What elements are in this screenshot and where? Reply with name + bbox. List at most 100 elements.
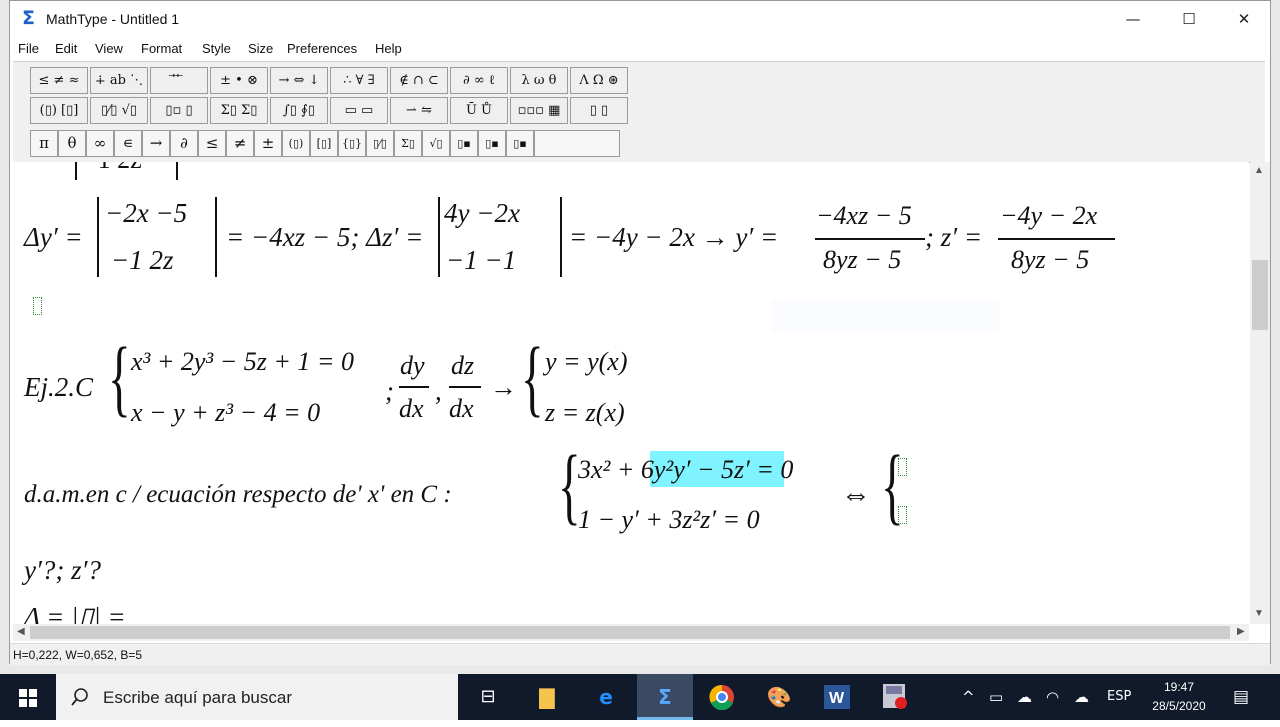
symbol-toolbar: ≤ ≠ ≈ ∔ ab ⋱ ⃗ ⃡ ⃖ ± • ⊗ → ⇔ ↓ ∴ ∀ ∃ ∉ ∩… — [13, 61, 1265, 163]
backup-cloud-icon[interactable]: ☁ — [1074, 674, 1089, 720]
palette-products[interactable]: Ū Ů — [450, 97, 508, 124]
empty-placeholder[interactable] — [898, 458, 907, 476]
palette-operators[interactable]: ± • ⊗ — [210, 67, 268, 94]
palette-logic[interactable]: ∴ ∀ ∃ — [330, 67, 388, 94]
search-icon — [71, 688, 88, 706]
template-parentheses[interactable]: (▯) — [282, 130, 310, 157]
symbol-theta[interactable]: θ — [58, 130, 86, 157]
previous-equation-fragment: −1 2z — [83, 162, 142, 175]
symbol-right-arrow[interactable]: → — [142, 130, 170, 157]
palette-greek-lower[interactable]: λ ω θ — [510, 67, 568, 94]
template-square-root[interactable]: √▯ — [422, 130, 450, 157]
palette-misc-symbols[interactable]: ∂ ∞ ℓ — [450, 67, 508, 94]
template-superscript[interactable]: ▯▪ — [450, 130, 478, 157]
symbol-infinity[interactable]: ∞ — [86, 130, 114, 157]
palette-labeled-arrows[interactable]: ⇀ ⇋ — [390, 97, 448, 124]
palette-sets[interactable]: ∉ ∩ ⊂ — [390, 67, 448, 94]
system-brace: { — [108, 329, 131, 425]
symbol-plus-minus[interactable]: ± — [254, 130, 282, 157]
empty-placeholder[interactable] — [898, 506, 907, 524]
derivation-text: d.a.m.en c / ecuación respecto de' x' en… — [24, 481, 452, 508]
scroll-right-icon[interactable]: ▶ — [1237, 626, 1245, 637]
edge-browser-icon[interactable]: e — [578, 674, 634, 720]
word-icon[interactable]: W — [809, 674, 865, 720]
input-language[interactable]: ESP — [1107, 674, 1131, 720]
menu-help[interactable]: Help — [375, 41, 402, 56]
fraction-bar — [399, 386, 429, 388]
start-button[interactable] — [0, 674, 56, 720]
symbol-not-equal[interactable]: ≠ — [226, 130, 254, 157]
status-text: H=0,222, W=0,652, B=5 — [13, 648, 143, 662]
menu-view[interactable]: View — [95, 41, 123, 56]
scroll-up-icon[interactable]: ▲ — [1254, 165, 1264, 176]
template-fraction[interactable]: ▯⁄▯ — [366, 130, 394, 157]
paint-icon[interactable]: 🎨 — [751, 674, 807, 720]
palette-fences[interactable]: (▯) [▯] — [30, 97, 88, 124]
menu-size[interactable]: Size — [248, 41, 273, 56]
palette-tabs[interactable]: ▯ ▯ — [570, 97, 628, 124]
delta-y-label: Δy′ = — [24, 222, 83, 252]
template-brackets[interactable]: [▯] — [310, 130, 338, 157]
symbol-partial[interactable]: ∂ — [170, 130, 198, 157]
derivative-dy-denominator: dx — [399, 394, 424, 423]
screen-recorder-icon[interactable] — [868, 674, 924, 720]
battery-icon[interactable]: ▭ — [989, 674, 1003, 720]
system2-row1-end: = 0 — [749, 455, 794, 484]
scrollbar-thumb[interactable] — [1252, 260, 1268, 330]
line1-middle-text: = −4xz − 5; Δz′ = — [226, 222, 424, 252]
task-view-icon[interactable]: ⊟ — [460, 674, 516, 720]
wifi-icon[interactable]: ◠ — [1046, 674, 1059, 720]
palette-spaces-ellipses[interactable]: ∔ ab ⋱ — [90, 67, 148, 94]
palette-integrals[interactable]: ∫▯ ∮▯ — [270, 97, 328, 124]
palette-fractions-radicals[interactable]: ▯⁄▯ √▯ — [90, 97, 148, 124]
template-summation[interactable]: Σ▯ — [394, 130, 422, 157]
palette-arrows[interactable]: → ⇔ ↓ — [270, 67, 328, 94]
symbol-element-of[interactable]: ∊ — [114, 130, 142, 157]
determinant-bar — [97, 197, 99, 277]
palette-embellishments[interactable]: ⃗ ⃡ ⃖ — [150, 67, 208, 94]
scroll-down-icon[interactable]: ▼ — [1254, 608, 1264, 619]
menu-style[interactable]: Style — [202, 41, 231, 56]
title-bar[interactable]: Σ MathType - Untitled 1 — ☐ ✕ — [10, 1, 1270, 37]
template-sub-superscript[interactable]: ▯▪ — [506, 130, 534, 157]
palette-sums[interactable]: Σ▯ Σ▯ — [210, 97, 268, 124]
result-brace: { — [521, 329, 544, 425]
menu-file[interactable]: File — [18, 41, 39, 56]
maximize-button[interactable]: ☐ — [1166, 1, 1212, 37]
onedrive-cloud-icon[interactable]: ☁ — [1017, 674, 1032, 720]
chrome-logo-icon — [709, 684, 734, 711]
palette-subscripts[interactable]: ▯▫ ▯ — [150, 97, 208, 124]
symbol-pi[interactable]: π — [30, 130, 58, 157]
symbol-less-equal[interactable]: ≤ — [198, 130, 226, 157]
scrollbar-thumb[interactable] — [30, 626, 1230, 639]
palette-matrices[interactable]: ▫▫▫ ▦ — [510, 97, 568, 124]
template-braces[interactable]: {▯} — [338, 130, 366, 157]
system2-row1-start: 3x² + — [578, 455, 641, 484]
mathtype-taskbar-icon[interactable]: Σ — [637, 674, 693, 720]
chrome-icon[interactable] — [694, 674, 750, 720]
search-placeholder: Escribe aquí para buscar — [103, 688, 292, 707]
palette-greek-upper[interactable]: Λ Ω ⊛ — [570, 67, 628, 94]
fraction-bar — [998, 238, 1115, 240]
menu-edit[interactable]: Edit — [55, 41, 77, 56]
palette-relations[interactable]: ≤ ≠ ≈ — [30, 67, 88, 94]
scroll-left-icon[interactable]: ◀ — [17, 626, 25, 637]
vertical-scrollbar[interactable]: ▲ ▼ — [1250, 162, 1270, 624]
selected-term[interactable]: 6y²y′ − 5z′ — [641, 455, 750, 484]
empty-placeholder[interactable] — [33, 297, 42, 315]
horizontal-scrollbar[interactable]: ◀ ▶ — [13, 624, 1249, 641]
equation-editing-area[interactable]: −1 2z Δy′ = −2x −5 −1 2z = −4xz − 5; Δz′… — [13, 162, 1249, 624]
taskbar-search-box[interactable]: Escribe aquí para buscar — [56, 674, 458, 720]
system-clock[interactable]: 19:47 28/5/2020 — [1135, 678, 1223, 716]
menu-preferences[interactable]: Preferences — [287, 41, 357, 56]
file-explorer-icon[interactable]: ▇ — [519, 674, 575, 720]
notifications-icon[interactable]: ▤ — [1233, 674, 1249, 720]
derivative-dy-numerator: dy — [400, 351, 425, 380]
show-hidden-icons-chevron-icon[interactable]: ^ — [962, 674, 975, 720]
menu-format[interactable]: Format — [141, 41, 182, 56]
minimize-button[interactable]: — — [1110, 1, 1156, 37]
template-subscript[interactable]: ▯▪ — [478, 130, 506, 157]
close-button[interactable]: ✕ — [1221, 1, 1267, 37]
toolbar-empty-slots[interactable] — [534, 130, 620, 157]
palette-bars[interactable]: ▭ ▭ — [330, 97, 388, 124]
